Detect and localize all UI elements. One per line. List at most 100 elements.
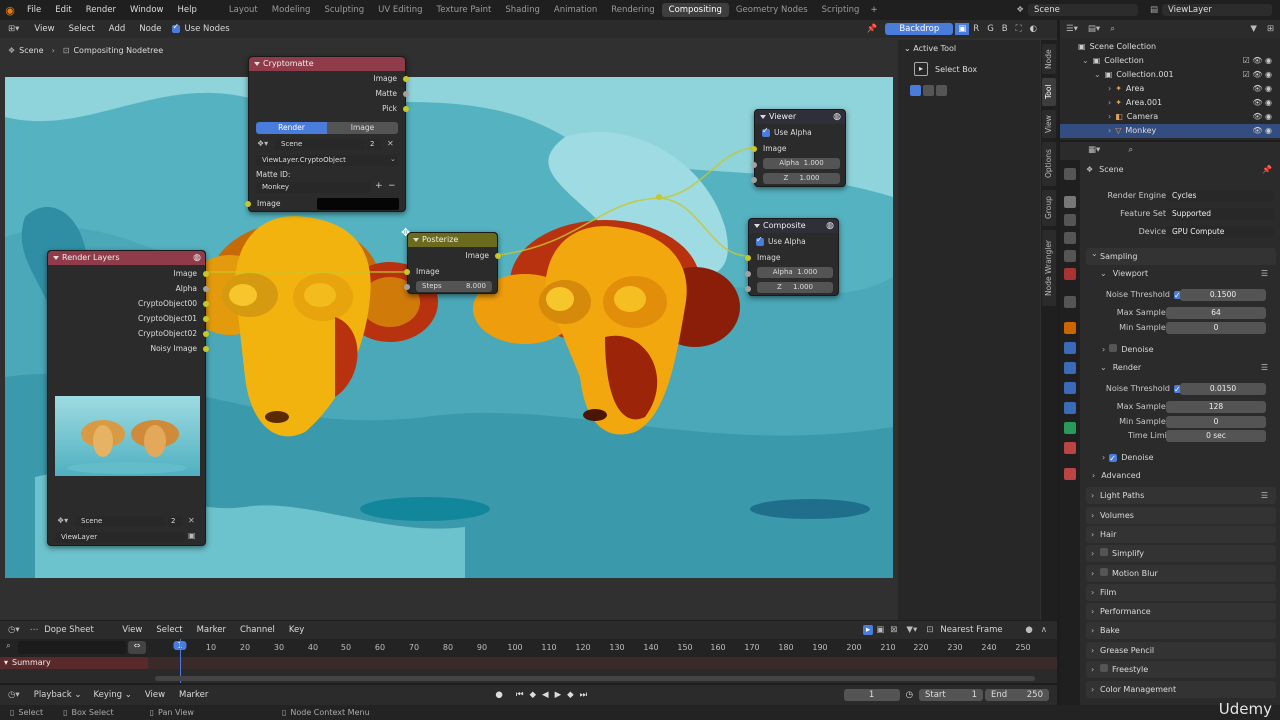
tl-menu-view[interactable]: View	[115, 625, 149, 635]
crypto-out-pick-socket[interactable]	[403, 106, 409, 112]
tab-modeling[interactable]: Modeling	[265, 3, 318, 17]
tab-scripting[interactable]: Scripting	[815, 3, 867, 17]
posterize-node[interactable]: Posterize Image Image Steps 8.000	[404, 232, 501, 294]
playback-menu[interactable]: Playback ⌄	[28, 690, 88, 700]
viewer-z-field[interactable]: Z 1.000	[763, 173, 840, 184]
channel-rgb-alpha-icon[interactable]: ▣	[955, 23, 970, 35]
simplify-section[interactable]: Simplify	[1086, 545, 1276, 562]
backdrop-toggle[interactable]: Backdrop	[885, 23, 954, 35]
errors-icon[interactable]: ⊠	[887, 625, 900, 635]
visibility-toggles[interactable]: 👁 ◉	[1243, 96, 1272, 110]
timeline-ruler[interactable]: ⌕ ⇔ 1 10 20 30 40 50 60 70 80 90 100 110…	[0, 639, 1057, 657]
rl-layer-render-icon[interactable]: ▣	[188, 531, 196, 540]
rl-scene-field[interactable]: Scene	[75, 516, 165, 527]
performance-section[interactable]: Performance	[1086, 603, 1276, 620]
visibility-toggles[interactable]: ☑ 👁 ◉	[1243, 68, 1272, 82]
render-engine-dropdown[interactable]: Cycles	[1166, 190, 1274, 202]
r-max-field[interactable]: 128	[1166, 401, 1266, 413]
horizontal-scrollbar[interactable]	[155, 676, 1035, 681]
crypto-out-image-socket[interactable]	[403, 76, 409, 82]
presets-list-icon[interactable]: ☰	[1261, 487, 1268, 504]
object-tab-icon[interactable]	[1064, 322, 1076, 334]
crypto-add-icon[interactable]: +	[375, 181, 383, 191]
sidebar-tab-group[interactable]: Group	[1042, 190, 1056, 226]
select-box-tool-icon[interactable]: ▸	[914, 62, 928, 76]
outliner-display-icon[interactable]: ▤▾	[1084, 24, 1104, 34]
summary-channel[interactable]: ▾ Summary	[0, 657, 148, 669]
channel-search-icon[interactable]: ⌕	[6, 641, 11, 651]
tab-compositing[interactable]: Compositing	[661, 3, 729, 17]
outliner-row-scene-collection[interactable]: ▣ Scene Collection	[1060, 40, 1280, 54]
play-reverse-icon[interactable]: ◀	[539, 690, 552, 700]
motion-blur-section[interactable]: Motion Blur	[1086, 565, 1276, 582]
show-hidden-icon[interactable]: ▣	[873, 625, 887, 635]
tl-menu-marker[interactable]: Marker	[190, 625, 233, 635]
footer-menu-marker[interactable]: Marker	[172, 690, 215, 700]
viewport-subsection[interactable]: ⌄ Viewport ☰	[1086, 266, 1276, 282]
sidebar-tab-tool[interactable]: Tool	[1042, 78, 1056, 106]
menu-help[interactable]: Help	[170, 5, 203, 15]
cryptomatte-node[interactable]: Cryptomatte Image Matte Pick Render Imag…	[245, 56, 409, 212]
physics-tab-icon[interactable]	[1064, 382, 1076, 394]
editor-type-icon[interactable]: ⊞▾	[0, 24, 27, 34]
tab-rendering[interactable]: Rendering	[604, 3, 661, 17]
view-layer-selector[interactable]: ViewLayer	[1162, 4, 1272, 16]
jump-end-icon[interactable]: ⏭	[577, 690, 591, 700]
viewer-alpha-socket[interactable]	[751, 162, 757, 168]
crypto-out-matte-socket[interactable]	[403, 91, 409, 97]
crypto-matte-id-field[interactable]: Monkey	[256, 182, 371, 193]
pin-icon[interactable]: 📌	[859, 24, 886, 34]
tab-shading[interactable]: Shading	[498, 3, 547, 17]
menu-window[interactable]: Window	[123, 5, 171, 15]
menu-render[interactable]: Render	[79, 5, 123, 15]
menu-edit[interactable]: Edit	[48, 5, 78, 15]
properties-search-icon[interactable]: ⌕	[1128, 145, 1133, 155]
render-layers-header[interactable]: Render Layers ◍	[48, 251, 205, 265]
select-mode-new-icon[interactable]	[910, 85, 921, 96]
grease-pencil-section[interactable]: Grease Pencil	[1086, 642, 1276, 659]
visibility-toggles[interactable]: ☑ 👁 ◉	[1243, 54, 1272, 68]
channel-b-button[interactable]: B	[998, 24, 1012, 34]
composite-z-field[interactable]: Z 1.000	[757, 282, 833, 293]
keying-menu[interactable]: Keying ⌄	[87, 690, 137, 700]
r-time-field[interactable]: 0 sec	[1166, 430, 1266, 442]
record-icon[interactable]: ●	[485, 690, 512, 700]
jump-start-icon[interactable]: ⏮	[513, 690, 527, 700]
volumes-section[interactable]: Volumes	[1086, 507, 1276, 524]
crypto-scene-users[interactable]: 2	[367, 139, 381, 150]
vp-max-field[interactable]: 64	[1166, 307, 1266, 319]
render-tab-icon[interactable]	[1064, 196, 1076, 208]
ne-menu-view[interactable]: View	[27, 24, 61, 34]
ne-menu-node[interactable]: Node	[132, 24, 168, 34]
prev-key-icon[interactable]: ◆	[526, 690, 539, 700]
proportional-icon[interactable]: ●	[1021, 625, 1036, 635]
viewer-alpha-field[interactable]: Alpha 1.000	[763, 158, 840, 169]
tab-sculpting[interactable]: Sculpting	[317, 3, 371, 17]
dopesheet-editor-icon[interactable]: ◷▾	[0, 625, 28, 635]
properties-editor-icon[interactable]: ▦▾	[1082, 145, 1106, 155]
viewer-use-alpha-checkbox[interactable]	[762, 126, 770, 137]
menu-file[interactable]: File	[20, 5, 48, 15]
visibility-toggles[interactable]: 👁 ◉	[1243, 110, 1272, 124]
current-frame-field[interactable]: 1	[843, 689, 900, 701]
render-layers-node[interactable]: Render Layers ◍ Image Alpha CryptoObject0…	[47, 250, 209, 546]
posterize-steps-socket[interactable]	[404, 284, 410, 290]
filter-icon[interactable]: ▼▾	[900, 625, 923, 635]
light-paths-section[interactable]: Light Paths ☰	[1086, 487, 1276, 504]
rl-out-crypto00-socket[interactable]	[203, 301, 209, 307]
crypto-in-image-color[interactable]	[317, 198, 399, 210]
composite-node[interactable]: Composite ◍ Use Alpha Image Alpha 1.000 Z…	[745, 218, 839, 296]
vp-noise-field[interactable]: 0.1500	[1180, 289, 1266, 301]
play-icon[interactable]: ▶	[552, 690, 565, 700]
channel-g-button[interactable]: G	[983, 24, 998, 34]
posterize-out-socket[interactable]	[495, 253, 501, 259]
material-tab-icon[interactable]	[1064, 442, 1076, 454]
viewer-in-image-socket[interactable]	[751, 146, 757, 152]
crypto-in-image-socket[interactable]	[245, 201, 251, 207]
composite-use-alpha[interactable]: Use Alpha	[756, 235, 806, 246]
tab-uv-editing[interactable]: UV Editing	[371, 3, 429, 17]
rl-out-crypto02-socket[interactable]	[203, 331, 209, 337]
particles-tab-icon[interactable]	[1064, 362, 1076, 374]
view-layer-icon[interactable]: ▤	[1146, 5, 1162, 15]
film-section[interactable]: Film	[1086, 584, 1276, 601]
